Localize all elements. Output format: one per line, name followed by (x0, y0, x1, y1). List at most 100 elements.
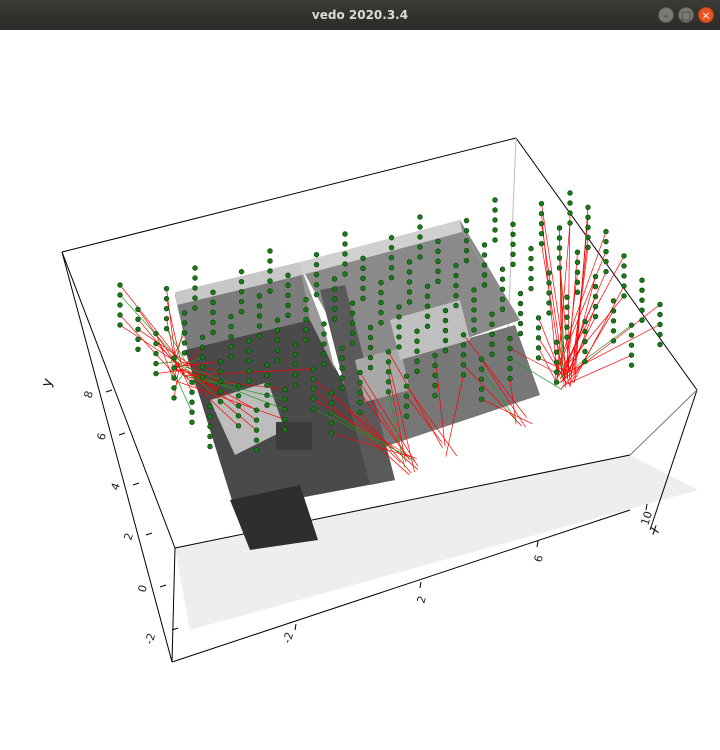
sensor-point (460, 372, 467, 378)
sensor-point (256, 313, 263, 319)
sensor-point (217, 398, 224, 405)
sensor-point (546, 290, 552, 296)
sensor-point (481, 242, 488, 248)
sensor-point (507, 345, 513, 352)
sensor-point (610, 338, 617, 344)
sensor-point (349, 300, 356, 306)
sensor-point (463, 257, 470, 264)
sensor-point (492, 217, 498, 223)
sensor-point (492, 237, 498, 243)
maximize-icon[interactable]: □ (678, 7, 694, 23)
sensor-point (163, 305, 170, 312)
y-axis-label: y (39, 376, 57, 389)
sensor-point (285, 302, 291, 308)
x-axis-label: x (648, 521, 661, 539)
sensor-point (417, 214, 423, 220)
sensor-point (517, 330, 524, 337)
sensor-point (657, 321, 663, 328)
sensor-point (378, 279, 384, 286)
sensor-point (460, 362, 467, 368)
sensor-point (192, 265, 198, 271)
sensor-point (396, 304, 402, 310)
sensor-point (267, 288, 273, 294)
sensor-point (463, 247, 470, 254)
sensor-point (442, 317, 449, 324)
close-icon[interactable]: × (698, 7, 714, 23)
sensor-point (267, 268, 273, 274)
sensor-point (481, 262, 488, 268)
sensor-point (585, 234, 591, 241)
sensor-point (328, 420, 335, 426)
sensor-point (424, 323, 431, 329)
sensor-point (471, 327, 477, 333)
sensor-point (228, 333, 234, 340)
sensor-point (171, 375, 177, 381)
sensor-point (207, 423, 213, 430)
sensor-point (585, 244, 591, 251)
sensor-point (564, 294, 570, 300)
sensor-point (285, 312, 291, 318)
sensor-point (585, 224, 591, 231)
sensor-point (228, 343, 234, 350)
sensor-point (435, 238, 441, 245)
sensor-point (235, 393, 242, 399)
sensor-point (417, 254, 423, 260)
sensor-point (321, 331, 327, 337)
sensor-point (367, 344, 374, 351)
sensor-point (253, 427, 260, 433)
sensor-point (349, 330, 356, 336)
render-viewport[interactable]: -2 0 2 4 6 8 y -2 2 6 10 x (0, 30, 720, 750)
sensor-point (567, 220, 573, 226)
sensor-point (628, 332, 635, 338)
sensor-point (303, 336, 309, 343)
sensor-point (360, 265, 366, 272)
sensor-point (538, 240, 545, 247)
sensor-point (585, 204, 591, 211)
sensor-point (406, 279, 413, 285)
sensor-point (582, 348, 588, 355)
sensor-point (385, 379, 392, 385)
sensor-point (313, 291, 320, 298)
sensor-point (153, 360, 159, 367)
sensor-point (321, 341, 327, 347)
sensor-point (163, 285, 170, 292)
sensor-point (339, 385, 345, 391)
sensor-point (328, 400, 335, 406)
sensor-point (517, 290, 524, 297)
sensor-point (603, 268, 609, 275)
sensor-point (267, 278, 273, 284)
sensor-point (331, 296, 338, 302)
sensor-point (499, 296, 506, 302)
sensor-point (507, 335, 513, 342)
sensor-point (603, 258, 609, 265)
sensor-point (292, 361, 299, 368)
sensor-point (342, 271, 348, 277)
sensor-point (385, 369, 392, 375)
sensor-point (603, 228, 609, 235)
sensor-point (603, 238, 609, 245)
sensor-point (510, 231, 516, 238)
sensor-point (313, 261, 320, 268)
sensor-point (621, 253, 627, 259)
y-tick-label: 0 (135, 583, 150, 594)
sensor-point (246, 358, 252, 364)
sensor-point (331, 316, 338, 322)
sensor-point (463, 217, 470, 224)
sensor-point (349, 340, 356, 346)
sensor-point (538, 230, 545, 237)
sensor-point (432, 392, 438, 399)
sensor-point (217, 368, 224, 375)
sensor-point (357, 399, 363, 406)
sensor-point (235, 423, 242, 429)
sensor-point (628, 362, 635, 368)
sensor-point (553, 359, 560, 365)
sensor-point (264, 372, 270, 378)
sensor-point (478, 396, 485, 402)
sensor-point (367, 354, 374, 361)
sensor-point (489, 311, 495, 317)
scene-svg[interactable]: -2 0 2 4 6 8 y -2 2 6 10 x (0, 30, 720, 750)
sensor-point (628, 342, 635, 348)
sensor-point (628, 322, 635, 328)
sensor-point (349, 320, 356, 326)
minimize-icon[interactable]: – (658, 7, 674, 23)
